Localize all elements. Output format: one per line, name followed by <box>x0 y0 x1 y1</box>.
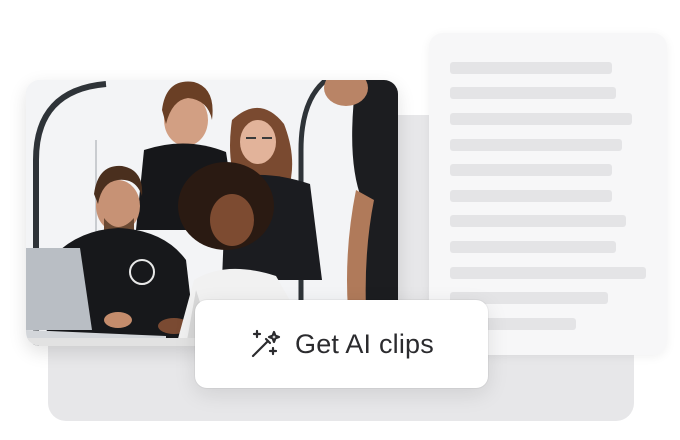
get-ai-clips-label: Get AI clips <box>295 328 434 359</box>
get-ai-clips-button[interactable]: Get AI clips <box>195 300 488 388</box>
text-line-placeholder <box>450 241 616 253</box>
magic-wand-icon <box>251 329 281 358</box>
text-line-placeholder <box>450 139 622 151</box>
text-line-placeholder <box>450 113 632 125</box>
text-line-placeholder <box>450 164 612 176</box>
text-line-placeholder <box>450 190 612 202</box>
text-line-placeholder <box>450 215 626 227</box>
text-line-placeholder <box>450 62 612 74</box>
text-line-placeholder <box>450 87 616 99</box>
text-line-placeholder <box>450 267 646 279</box>
